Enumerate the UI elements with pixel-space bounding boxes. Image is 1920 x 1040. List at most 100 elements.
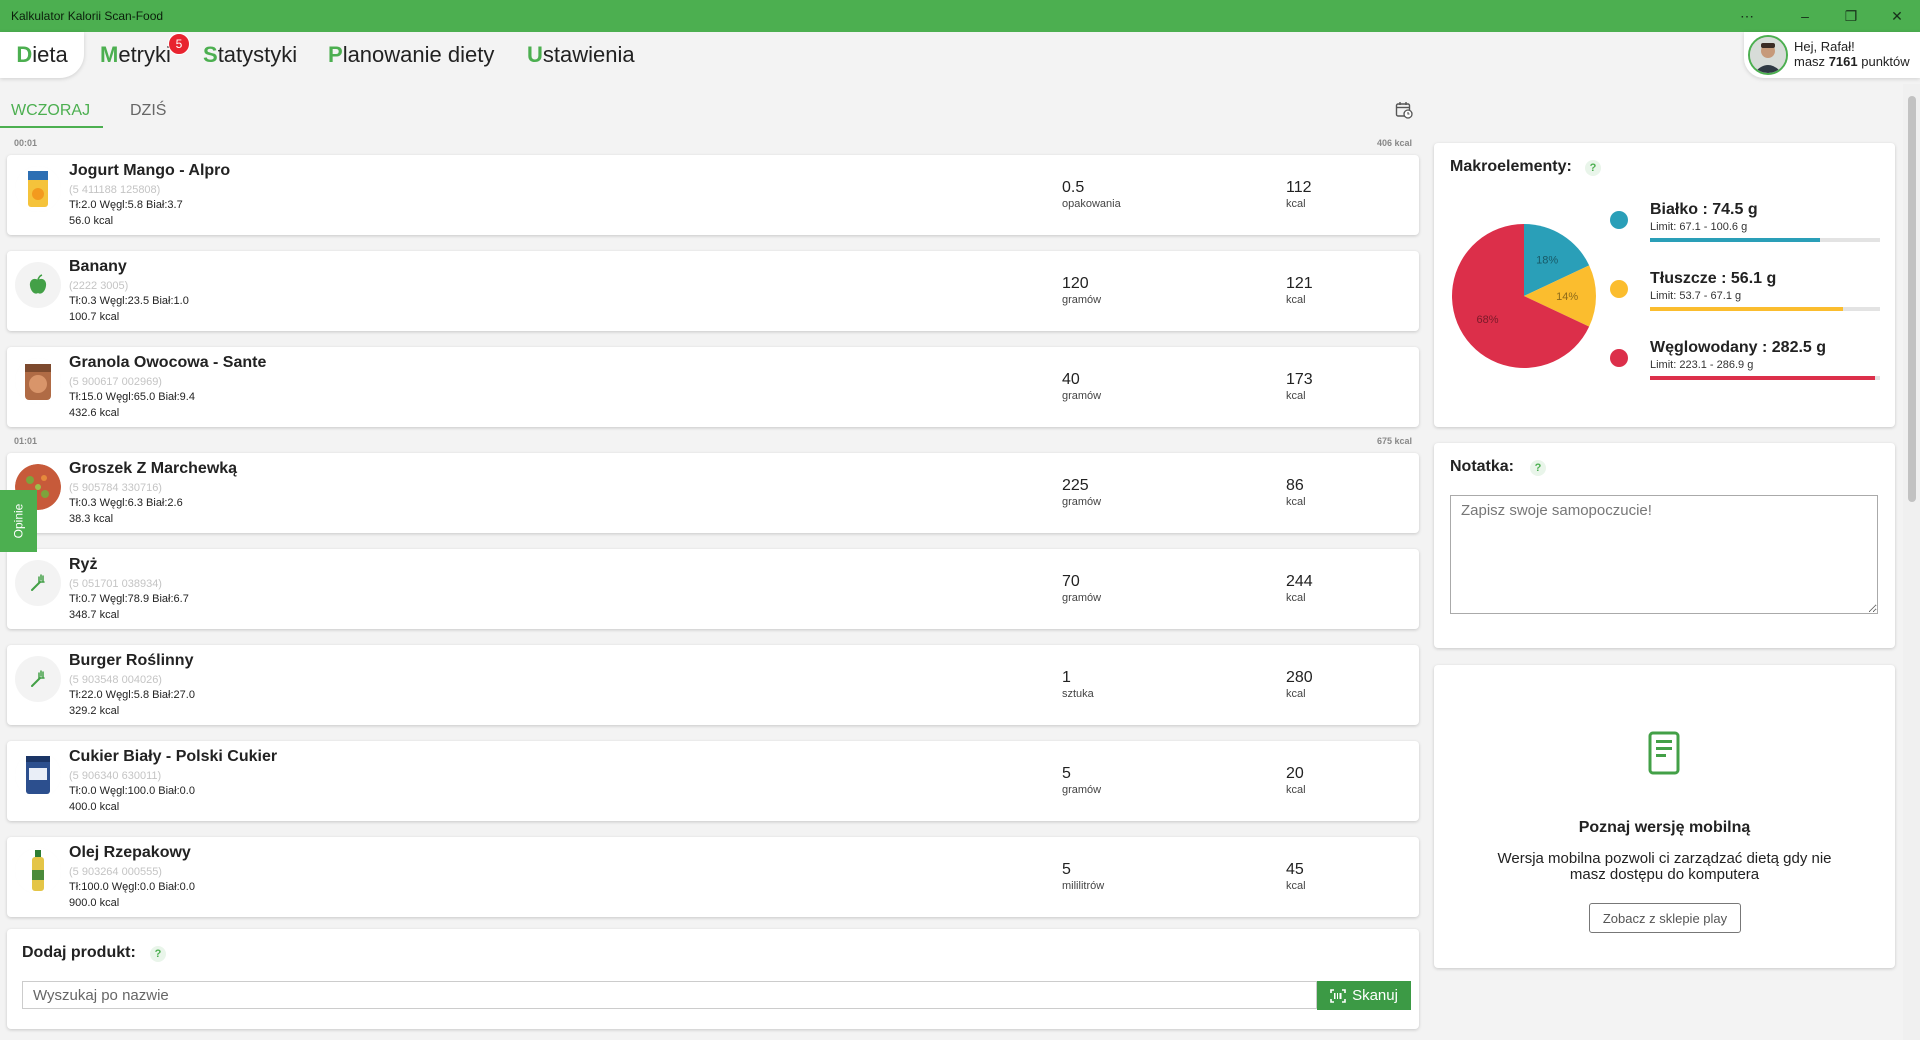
- title-bar: Kalkulator Kalorii Scan-Food ⋯ – ❐ ✕: [0, 0, 1920, 32]
- food-name: Granola Owocowa - Sante: [69, 354, 267, 371]
- food-barcode: (5 051701 038934): [69, 578, 162, 590]
- food-unit: gramów: [1062, 784, 1102, 796]
- more-options-button[interactable]: ⋯: [1724, 0, 1770, 32]
- food-kcal-unit: kcal: [1286, 688, 1306, 700]
- macro-progress-fill: [1650, 376, 1876, 380]
- food-kcal: 280: [1286, 669, 1313, 686]
- user-profile[interactable]: Hej, Rafał! masz 7161 punktów: [1744, 32, 1920, 78]
- food-name: Ryż: [69, 556, 98, 573]
- mobile-phone-icon: [1648, 731, 1680, 775]
- food-kcal-unit: kcal: [1286, 294, 1306, 306]
- note-panel: Notatka: ?: [1434, 443, 1895, 648]
- macro-color-dot: [1610, 211, 1628, 229]
- restore-button[interactable]: ❐: [1828, 0, 1874, 32]
- food-quantity[interactable]: 5: [1062, 861, 1071, 879]
- food-quantity[interactable]: 40: [1062, 371, 1080, 389]
- food-item[interactable]: Cukier Biały - Polski Cukier (5 906340 6…: [7, 741, 1419, 821]
- apple-icon: [15, 262, 61, 308]
- close-button[interactable]: ✕: [1874, 0, 1920, 32]
- food-kcal: 20: [1286, 765, 1304, 782]
- fork-icon: [15, 656, 61, 702]
- mobile-title: Poznaj wersję mobilną: [1578, 819, 1751, 836]
- macro-limit: Limit: 53.7 - 67.1 g: [1650, 290, 1742, 302]
- scrollbar[interactable]: [1903, 84, 1920, 1040]
- food-unit: gramów: [1062, 390, 1102, 402]
- food-kcal-unit: kcal: [1286, 880, 1306, 892]
- food-macros: Tł:0.3 Węgl:6.3 Biał:2.6: [69, 497, 183, 509]
- food-quantity[interactable]: 120: [1062, 275, 1089, 293]
- food-unit: gramów: [1062, 294, 1102, 306]
- food-item[interactable]: Granola Owocowa - Sante (5 900617 002969…: [7, 347, 1419, 427]
- food-kcal-unit: kcal: [1286, 198, 1306, 210]
- add-product-label: Dodaj produkt:: [22, 944, 136, 961]
- macro-progress-fill: [1650, 238, 1821, 242]
- yogurt-product-icon: [15, 166, 61, 212]
- tab-today[interactable]: DZIŚ: [130, 102, 166, 120]
- food-barcode: (5 903548 004026): [69, 674, 162, 686]
- barcode-scan-icon: [1330, 988, 1346, 1003]
- tab-ustawienia[interactable]: Ustawienia: [527, 42, 635, 68]
- macro-limit: Limit: 67.1 - 100.6 g: [1650, 221, 1748, 233]
- macro-progress-track: [1650, 238, 1880, 242]
- macro-name: Węglowodany : 282.5 g: [1650, 339, 1827, 356]
- food-kcal-unit: kcal: [1286, 592, 1306, 604]
- tab-yesterday[interactable]: WCZORAJ: [11, 102, 90, 120]
- scan-button[interactable]: Skanuj: [1317, 981, 1411, 1010]
- macro-progress-track: [1650, 376, 1880, 380]
- scan-label: Skanuj: [1352, 987, 1398, 1004]
- window-title: Kalkulator Kalorii Scan-Food: [11, 9, 164, 23]
- food-item[interactable]: Banany (2222 3005) Tł:0.3 Węgl:23.5 Biał…: [7, 251, 1419, 331]
- minimize-button[interactable]: –: [1782, 0, 1828, 32]
- feedback-tab[interactable]: Opinie: [0, 490, 37, 552]
- tab-metryki[interactable]: Metryki: [100, 42, 171, 68]
- help-icon[interactable]: ?: [1530, 460, 1546, 476]
- group-kcal: 675 kcal: [1376, 436, 1412, 446]
- food-quantity[interactable]: 0.5: [1062, 179, 1084, 197]
- tab-dieta[interactable]: Dieta: [0, 32, 84, 78]
- food-kcal: 45: [1286, 861, 1304, 878]
- food-item[interactable]: Ryż (5 051701 038934) Tł:0.7 Węgl:78.9 B…: [7, 549, 1419, 629]
- note-title: Notatka:: [1450, 458, 1515, 475]
- food-quantity[interactable]: 70: [1062, 573, 1080, 591]
- group-time: 00:01: [14, 138, 38, 148]
- food-macros: Tł:15.0 Węgl:65.0 Biał:9.4: [69, 391, 195, 403]
- scrollbar-thumb[interactable]: [1908, 96, 1916, 502]
- food-item[interactable]: Burger Roślinny (5 903548 004026) Tł:22.…: [7, 645, 1419, 725]
- food-macros: Tł:22.0 Węgl:5.8 Biał:27.0: [69, 689, 195, 701]
- food-kcal: 112: [1286, 179, 1312, 196]
- food-item[interactable]: Groszek Z Marchewką (5 905784 330716) Tł…: [7, 453, 1419, 533]
- search-input[interactable]: [22, 981, 1317, 1009]
- group-time: 01:01: [14, 436, 38, 446]
- play-store-button[interactable]: Zobacz z sklepie play: [1589, 903, 1741, 933]
- food-kcal: 173: [1286, 371, 1313, 388]
- sugar-product-icon: [15, 752, 61, 798]
- food-item[interactable]: Jogurt Mango - Alpro (5 411188 125808) T…: [7, 155, 1419, 235]
- food-barcode: (5 411188 125808): [69, 184, 161, 196]
- tab-planowanie-diety[interactable]: Planowanie diety: [328, 42, 494, 68]
- food-unit: mililitrów: [1062, 880, 1105, 892]
- food-barcode: (5 900617 002969): [69, 376, 162, 388]
- help-icon[interactable]: ?: [1585, 160, 1601, 176]
- food-kcal: 121: [1286, 275, 1313, 292]
- macro-color-dot: [1610, 280, 1628, 298]
- food-kcal-per-100: 100.7 kcal: [69, 311, 120, 323]
- food-item[interactable]: Olej Rzepakowy (5 903264 000555) Tł:100.…: [7, 837, 1419, 917]
- help-icon[interactable]: ?: [150, 946, 166, 962]
- user-greeting: Hej, Rafał!: [1794, 39, 1855, 54]
- note-textarea[interactable]: [1450, 495, 1878, 614]
- points-suffix: punktów: [1861, 54, 1910, 69]
- points-prefix: masz: [1794, 54, 1826, 69]
- food-kcal: 86: [1286, 477, 1304, 494]
- food-name: Burger Roślinny: [69, 652, 194, 669]
- granola-product-icon: [15, 358, 61, 404]
- food-quantity[interactable]: 1: [1062, 669, 1071, 687]
- food-macros: Tł:2.0 Węgl:5.8 Biał:3.7: [69, 199, 183, 211]
- calendar-clock-icon[interactable]: [1395, 101, 1413, 119]
- food-quantity[interactable]: 5: [1062, 765, 1071, 783]
- food-barcode: (5 905784 330716): [69, 482, 162, 494]
- fork-icon: [15, 560, 61, 606]
- food-name: Jogurt Mango - Alpro: [69, 162, 231, 179]
- food-quantity[interactable]: 225: [1062, 477, 1089, 495]
- add-product-panel: Dodaj produkt: ? Skanuj: [7, 929, 1419, 1029]
- tab-statystyki[interactable]: Statystyki: [203, 42, 297, 68]
